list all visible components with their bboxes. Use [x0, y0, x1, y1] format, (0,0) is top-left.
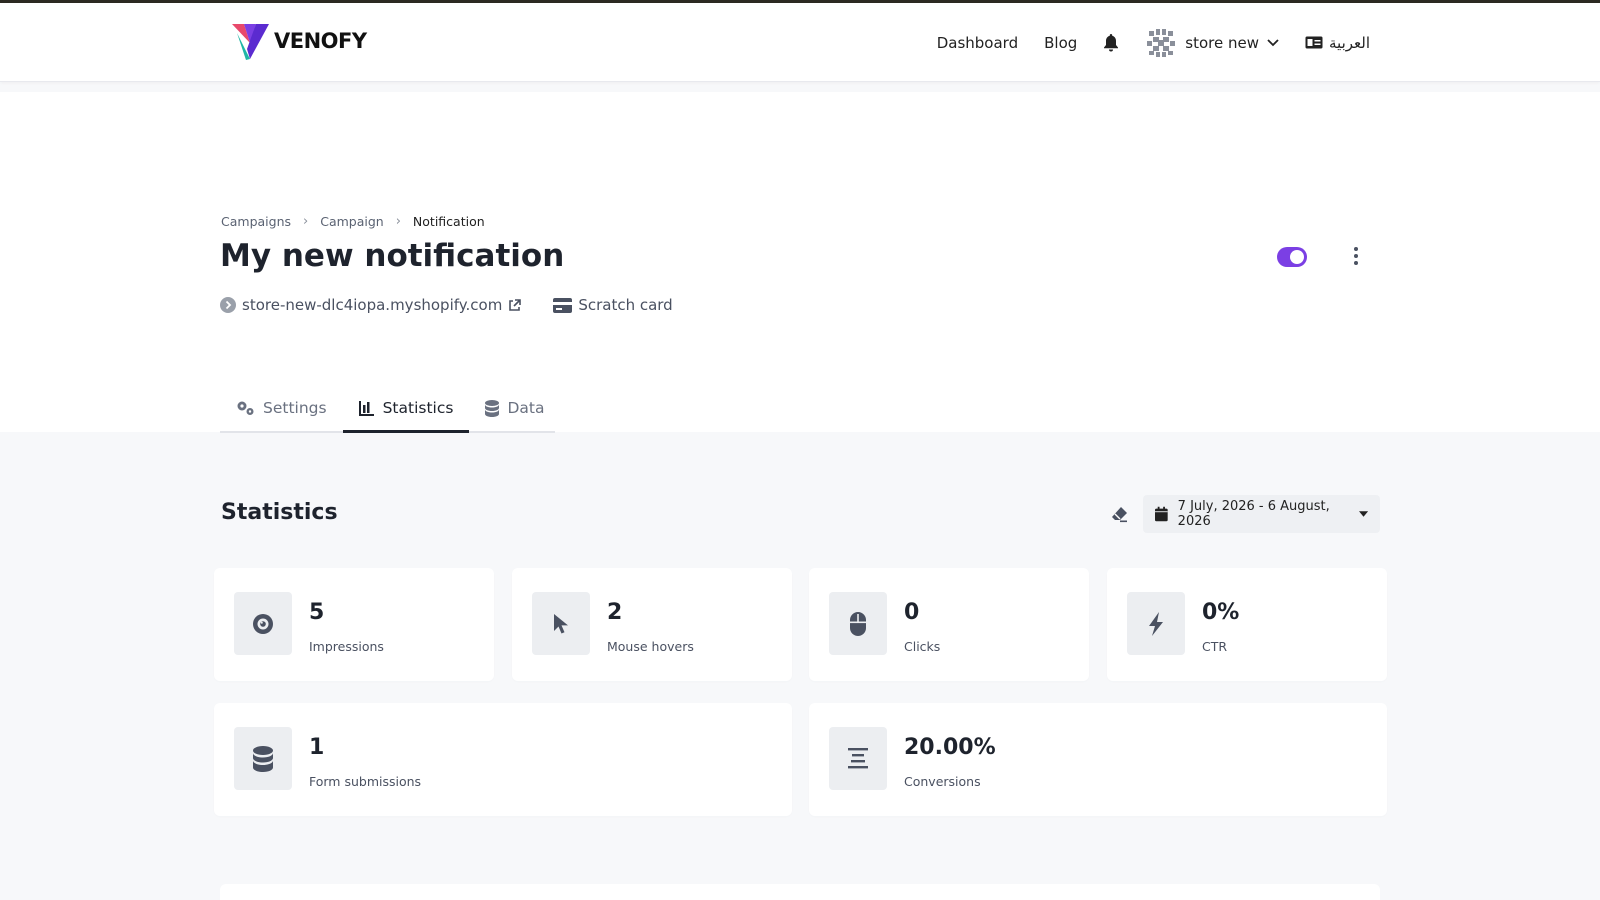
breadcrumb-notification: Notification — [412, 214, 485, 229]
nav-blog-link[interactable]: Blog — [1044, 34, 1077, 52]
campaign-type-label: Scratch card — [578, 296, 673, 314]
stat-icon-box — [1127, 592, 1185, 655]
store-url-link[interactable]: store-new-dlc4iopa.myshopify.com — [220, 296, 522, 314]
stat-icon-box — [234, 592, 292, 655]
statistics-title: Statistics — [221, 500, 338, 525]
stat-card-form-submissions: 1 Form submissions — [214, 703, 792, 816]
stat-label: CTR — [1202, 639, 1228, 654]
more-options-icon[interactable] — [1349, 244, 1363, 268]
stat-label: Impressions — [309, 639, 384, 654]
stat-card-conversions: 20.00% Conversions — [809, 703, 1387, 816]
navbar: VENOFY Dashboard Blog store new العربية — [0, 3, 1600, 82]
store-name: store new — [1185, 33, 1259, 52]
stat-value: 5 — [309, 600, 325, 625]
stat-value: 2 — [607, 600, 623, 625]
chart-icon — [358, 400, 374, 416]
mouse-icon — [850, 611, 866, 636]
caret-down-icon — [1358, 511, 1368, 517]
breadcrumb: Campaigns › Campaign › Notification — [221, 214, 485, 229]
gears-icon — [237, 401, 254, 415]
language-icon — [1305, 36, 1323, 49]
stat-icon-box — [829, 592, 887, 655]
chevron-down-icon — [1267, 38, 1279, 46]
stat-label: Mouse hovers — [607, 639, 694, 654]
chevron-right-icon: › — [303, 214, 309, 229]
nav-right: Dashboard Blog store new العربية — [937, 3, 1370, 82]
chevron-right-icon: › — [395, 214, 401, 229]
tab-settings[interactable]: Settings — [220, 385, 343, 431]
venofy-logo-icon — [232, 24, 269, 60]
stat-value: 1 — [309, 735, 325, 760]
page-title: My new notification — [220, 238, 565, 274]
stat-value: 20.00% — [904, 735, 996, 760]
campaign-meta: store-new-dlc4iopa.myshopify.com Scratch… — [220, 296, 673, 314]
language-switcher[interactable]: العربية — [1305, 34, 1370, 52]
stat-card-clicks: 0 Clicks — [809, 568, 1089, 681]
bell-icon[interactable] — [1103, 33, 1119, 52]
database-icon — [253, 745, 273, 772]
stat-value: 0 — [904, 600, 920, 625]
eraser-icon[interactable] — [1111, 505, 1129, 523]
store-avatar-icon — [1145, 26, 1178, 59]
tab-data-label: Data — [507, 399, 545, 417]
tab-data[interactable]: Data — [469, 385, 560, 431]
tab-statistics[interactable]: Statistics — [342, 385, 470, 433]
nav-dashboard-link[interactable]: Dashboard — [937, 34, 1018, 52]
brand-name: VENOFY — [274, 29, 367, 53]
bolt-icon — [1149, 611, 1163, 636]
eye-icon — [253, 613, 273, 634]
stat-label: Conversions — [904, 774, 981, 789]
tab-bar: Settings Statistics Data — [220, 385, 555, 433]
credit-card-icon — [553, 297, 573, 313]
stat-label: Form submissions — [309, 774, 422, 789]
stat-card-impressions: 5 Impressions — [214, 568, 494, 681]
brand-logo[interactable]: VENOFY — [230, 21, 367, 61]
chart-panel — [220, 884, 1380, 900]
funnel-icon — [848, 747, 868, 768]
campaign-active-toggle[interactable] — [1277, 247, 1307, 267]
calendar-icon — [1155, 506, 1168, 522]
chevron-circle-icon — [220, 297, 236, 313]
breadcrumb-campaign[interactable]: Campaign — [320, 214, 384, 229]
stat-icon-box — [234, 727, 292, 790]
campaign-type: Scratch card — [553, 296, 673, 314]
store-menu[interactable]: store new — [1145, 26, 1279, 59]
tab-statistics-label: Statistics — [382, 398, 454, 417]
stat-card-ctr: 0% CTR — [1107, 568, 1387, 681]
store-url: store-new-dlc4iopa.myshopify.com — [242, 296, 503, 314]
stat-label: Clicks — [904, 639, 941, 654]
stat-card-mouse-hovers: 2 Mouse hovers — [512, 568, 792, 681]
pointer-icon — [554, 613, 568, 633]
external-link-icon — [509, 298, 522, 311]
stat-icon-box — [829, 727, 887, 790]
tab-settings-label: Settings — [263, 399, 327, 417]
date-range-label: 7 July, 2026 - 6 August, 2026 — [1177, 499, 1330, 529]
date-range-picker[interactable]: 7 July, 2026 - 6 August, 2026 — [1143, 495, 1380, 533]
stat-icon-box — [532, 592, 590, 655]
breadcrumb-campaigns[interactable]: Campaigns — [221, 214, 291, 229]
stat-value: 0% — [1202, 600, 1240, 625]
database-icon — [485, 399, 500, 417]
language-label: العربية — [1329, 33, 1370, 52]
